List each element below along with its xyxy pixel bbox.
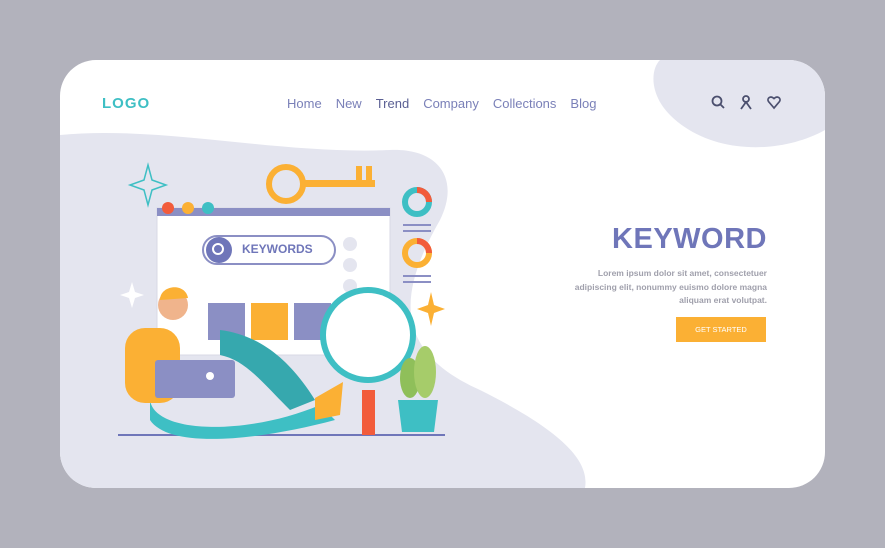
- keywords-search-label: KEYWORDS: [242, 242, 313, 256]
- hero-title: KEYWORD: [612, 223, 767, 255]
- landing-card: LOGO Home New Trend Company Collections …: [60, 60, 825, 488]
- key-icon: [266, 164, 375, 204]
- hero-description: Lorem ipsum dolor sit amet, consectetuer…: [574, 268, 767, 305]
- get-started-button[interactable]: GET STARTED: [676, 317, 766, 342]
- donut-charts: [402, 187, 432, 283]
